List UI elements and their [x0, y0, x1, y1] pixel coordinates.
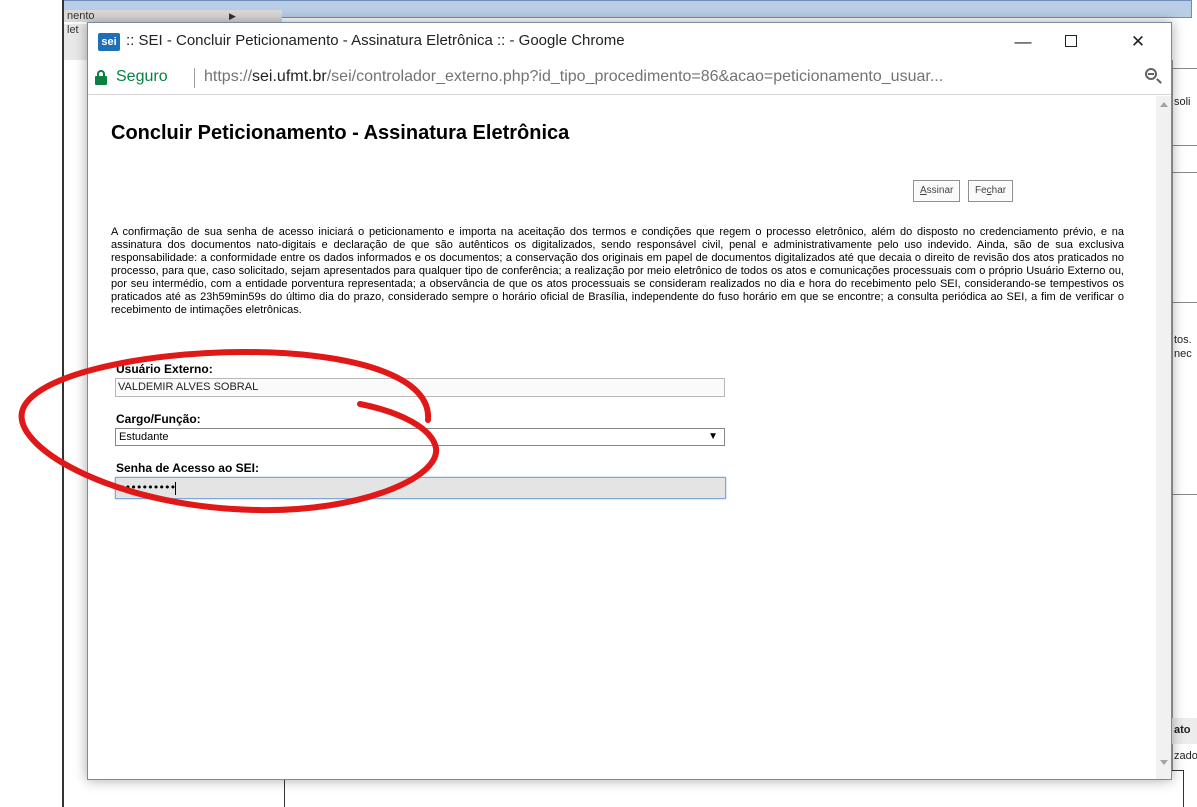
address-bar[interactable]: Seguro https://sei.ufmt.br/sei/controlad…	[88, 61, 1171, 95]
lock-icon[interactable]	[95, 70, 108, 86]
close-window-button[interactable]: ✕	[1118, 29, 1158, 55]
page-title: Concluir Peticionamento - Assinatura Ele…	[111, 122, 570, 144]
url-host: sei.ufmt.br	[252, 68, 327, 85]
zoom-out-icon[interactable]	[1144, 67, 1164, 87]
url-prefix: https://	[204, 68, 253, 85]
password-label: Senha de Acesso ao SEI:	[116, 461, 259, 475]
window-titlebar[interactable]: sei :: SEI - Concluir Peticionamento - A…	[88, 23, 1171, 61]
background-text: soli	[1174, 96, 1191, 108]
background-text: ato	[1174, 724, 1191, 736]
url-text[interactable]: https://sei.ufmt.br/sei/controlador_exte…	[204, 68, 943, 86]
scrollbar[interactable]	[1156, 96, 1171, 779]
background-divider	[62, 0, 64, 807]
secure-label[interactable]: Seguro	[116, 68, 168, 86]
terms-text: A confirmação de sua senha de acesso ini…	[111, 226, 1124, 316]
background-text: nec	[1174, 348, 1192, 360]
text-cursor	[175, 481, 177, 495]
background-menu-label-2: let	[67, 24, 79, 36]
background-divider	[1172, 145, 1197, 146]
maximize-icon	[1065, 35, 1077, 47]
sign-button[interactable]: Assinar	[913, 180, 961, 202]
background-text: zado	[1174, 750, 1197, 762]
background-text: tos.	[1174, 334, 1192, 346]
screen: nento ▶ let soli tos. nec ato zado sei :…	[0, 0, 1197, 807]
dropdown-arrow-icon: ▼	[708, 431, 718, 442]
background-menu-label: nento	[67, 10, 95, 22]
background-divider	[1172, 172, 1197, 173]
role-value: Estudante	[119, 431, 169, 443]
page-content: Concluir Peticionamento - Assinatura Ele…	[88, 96, 1156, 779]
window-title: :: SEI - Concluir Peticionamento - Assin…	[126, 32, 625, 49]
scroll-up-icon[interactable]	[1160, 102, 1168, 107]
menu-arrow-icon: ▶	[229, 11, 236, 21]
role-label: Cargo/Função:	[116, 412, 201, 426]
url-path: /sei/controlador_externo.php?id_tipo_pro…	[326, 68, 944, 85]
scroll-down-icon[interactable]	[1160, 760, 1168, 765]
sei-logo-icon: sei	[98, 33, 120, 51]
maximize-button[interactable]	[1051, 29, 1091, 55]
user-label: Usuário Externo:	[116, 362, 213, 376]
background-divider	[1172, 302, 1197, 303]
user-field[interactable]: VALDEMIR ALVES SOBRAL	[115, 378, 725, 397]
background-menu-item[interactable]: nento ▶	[64, 10, 282, 22]
password-field[interactable]: ••••••••••	[115, 477, 726, 499]
password-mask: ••••••••••	[119, 481, 176, 494]
minimize-button[interactable]: —	[1003, 29, 1043, 55]
browser-popup-window: sei :: SEI - Concluir Peticionamento - A…	[87, 22, 1172, 780]
close-button[interactable]: Fechar	[968, 180, 1014, 202]
role-select[interactable]: Estudante ▼	[115, 428, 725, 446]
background-divider	[1172, 68, 1197, 69]
background-divider	[1172, 494, 1197, 495]
background-right-panel	[1172, 60, 1197, 780]
address-separator	[194, 68, 195, 88]
